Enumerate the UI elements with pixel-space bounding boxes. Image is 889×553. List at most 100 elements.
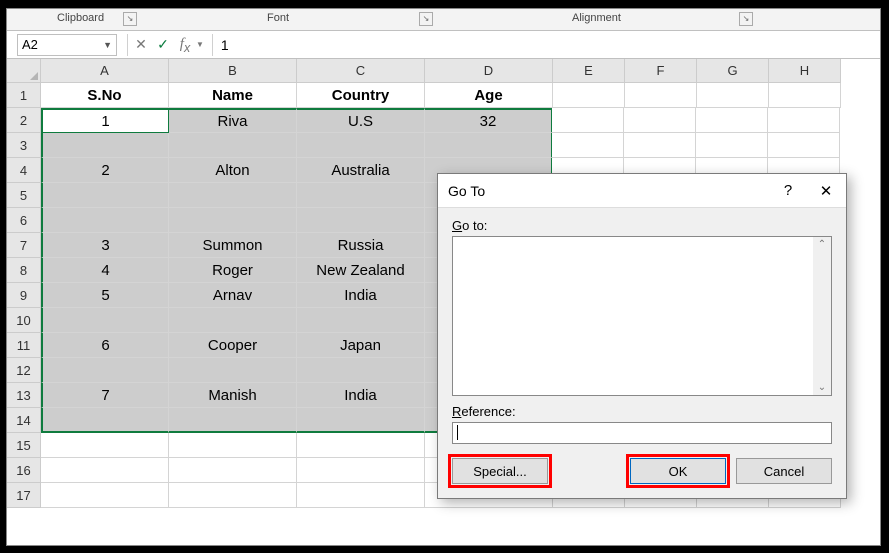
chevron-down-icon[interactable]: ▼ <box>103 40 112 50</box>
cell[interactable] <box>41 458 169 483</box>
cell[interactable] <box>297 208 425 233</box>
reference-input[interactable] <box>452 422 832 444</box>
cell[interactable] <box>696 108 768 133</box>
cell[interactable]: Alton <box>169 158 297 183</box>
cell[interactable]: Country <box>297 83 425 108</box>
formula-input[interactable] <box>215 34 880 56</box>
cell[interactable]: Russia <box>297 233 425 258</box>
cell[interactable] <box>425 133 553 158</box>
cancel-formula-icon[interactable]: ✕ <box>130 36 152 53</box>
row-header[interactable]: 9 <box>7 283 41 308</box>
row-header[interactable]: 5 <box>7 183 41 208</box>
row-header[interactable]: 2 <box>7 108 41 133</box>
row-header[interactable]: 8 <box>7 258 41 283</box>
enter-formula-icon[interactable]: ✓ <box>152 36 174 53</box>
help-icon[interactable]: ? <box>778 182 798 199</box>
cell[interactable] <box>297 458 425 483</box>
column-header[interactable]: D <box>425 59 553 83</box>
cell[interactable] <box>297 183 425 208</box>
cell[interactable]: 2 <box>41 158 169 183</box>
cell[interactable]: Riva <box>169 108 297 133</box>
cell[interactable]: Roger <box>169 258 297 283</box>
cell[interactable]: U.S <box>297 108 425 133</box>
cell[interactable]: India <box>297 383 425 408</box>
cell[interactable] <box>297 358 425 383</box>
cell[interactable] <box>624 108 696 133</box>
scroll-up-icon[interactable]: ⌃ <box>818 239 826 250</box>
cell[interactable] <box>41 433 169 458</box>
fx-dropdown-icon[interactable]: ▼ <box>196 40 204 49</box>
special-button[interactable]: Special... <box>452 458 548 484</box>
cell[interactable]: 5 <box>41 283 169 308</box>
ribbon-launcher-clipboard[interactable]: ↘ <box>123 12 137 26</box>
cell[interactable] <box>169 308 297 333</box>
cell[interactable] <box>697 83 769 108</box>
cell[interactable] <box>169 433 297 458</box>
cell[interactable]: 7 <box>41 383 169 408</box>
row-header[interactable]: 16 <box>7 458 41 483</box>
cell[interactable]: Summon <box>169 233 297 258</box>
name-box[interactable]: A2 ▼ <box>17 34 117 56</box>
scroll-down-icon[interactable]: ⌄ <box>818 382 826 393</box>
cell[interactable] <box>41 358 169 383</box>
cell[interactable] <box>768 108 840 133</box>
cell[interactable] <box>169 208 297 233</box>
row-header[interactable]: 17 <box>7 483 41 508</box>
fx-icon[interactable]: fx <box>174 35 196 55</box>
row-header[interactable]: 10 <box>7 308 41 333</box>
row-header[interactable]: 4 <box>7 158 41 183</box>
column-header[interactable]: E <box>553 59 625 83</box>
cell[interactable] <box>41 483 169 508</box>
column-header[interactable]: C <box>297 59 425 83</box>
cell[interactable] <box>625 83 697 108</box>
ok-button[interactable]: OK <box>630 458 726 484</box>
select-all-corner[interactable] <box>7 59 41 83</box>
cell[interactable]: Japan <box>297 333 425 358</box>
cell[interactable] <box>41 408 169 433</box>
cell[interactable]: Arnav <box>169 283 297 308</box>
close-icon[interactable]: ✕ <box>816 182 836 200</box>
cell[interactable] <box>297 133 425 158</box>
row-header[interactable]: 12 <box>7 358 41 383</box>
cell[interactable] <box>552 108 624 133</box>
cell[interactable] <box>41 308 169 333</box>
cell[interactable] <box>696 133 768 158</box>
column-header[interactable]: F <box>625 59 697 83</box>
cell[interactable]: India <box>297 283 425 308</box>
cell[interactable] <box>169 183 297 208</box>
cell[interactable]: New Zealand <box>297 258 425 283</box>
cell[interactable] <box>41 183 169 208</box>
cell[interactable] <box>769 83 841 108</box>
cell[interactable]: 1 <box>41 108 169 133</box>
cell[interactable] <box>297 483 425 508</box>
cell[interactable]: 32 <box>425 108 553 133</box>
cell[interactable]: Manish <box>169 383 297 408</box>
row-header[interactable]: 15 <box>7 433 41 458</box>
cancel-button[interactable]: Cancel <box>736 458 832 484</box>
cell[interactable] <box>297 433 425 458</box>
cell[interactable]: 4 <box>41 258 169 283</box>
cell[interactable] <box>624 133 696 158</box>
ribbon-launcher-alignment[interactable]: ↘ <box>739 12 753 26</box>
row-header[interactable]: 1 <box>7 83 41 108</box>
cell[interactable] <box>297 308 425 333</box>
column-header[interactable]: H <box>769 59 841 83</box>
cell[interactable]: S.No <box>41 83 169 108</box>
cell[interactable] <box>297 408 425 433</box>
row-header[interactable]: 14 <box>7 408 41 433</box>
cell[interactable] <box>552 133 624 158</box>
cell[interactable] <box>169 458 297 483</box>
ribbon-launcher-font[interactable]: ↘ <box>419 12 433 26</box>
row-header[interactable]: 3 <box>7 133 41 158</box>
cell[interactable]: 6 <box>41 333 169 358</box>
goto-list[interactable]: ⌃ ⌄ <box>452 236 832 396</box>
cell[interactable] <box>553 83 625 108</box>
cell[interactable] <box>41 208 169 233</box>
cell[interactable] <box>169 483 297 508</box>
cell[interactable]: Australia <box>297 158 425 183</box>
cell[interactable]: Cooper <box>169 333 297 358</box>
cell[interactable] <box>768 133 840 158</box>
cell[interactable] <box>169 408 297 433</box>
cell[interactable]: Age <box>425 83 553 108</box>
cell[interactable]: Name <box>169 83 297 108</box>
